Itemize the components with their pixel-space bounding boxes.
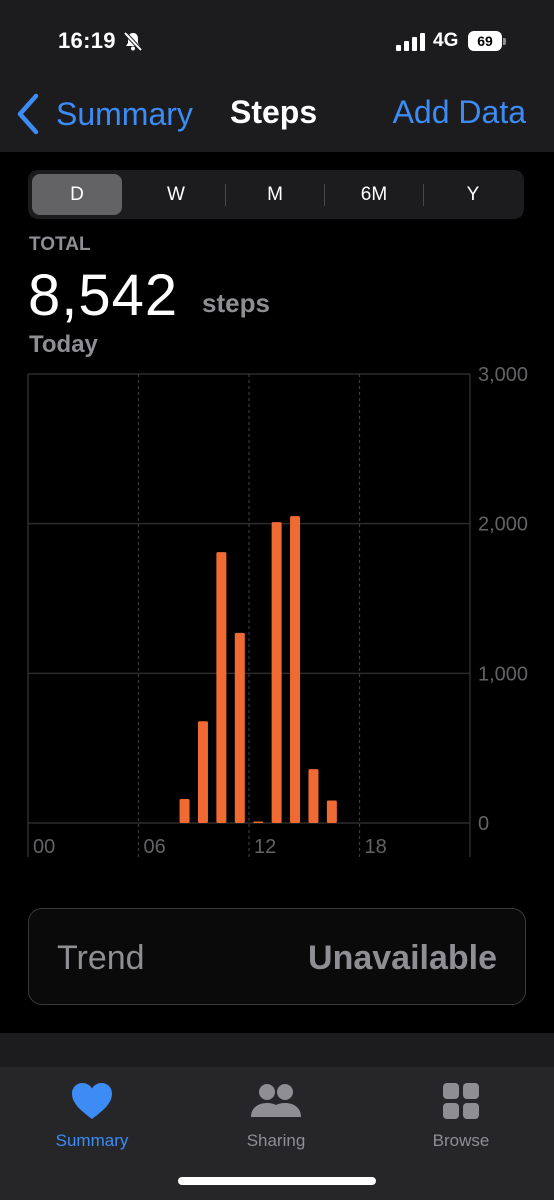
step-bar[interactable] [216,552,227,823]
tab-browse[interactable]: Browse [369,1067,553,1167]
segment-year[interactable]: Y [428,174,518,215]
step-bar[interactable] [253,821,264,824]
battery-icon: 69 [468,30,506,52]
segment-week[interactable]: W [131,174,221,215]
trend-card[interactable]: Trend Unavailable [28,908,526,1005]
step-bar[interactable] [290,516,301,823]
y-tick-label: 3,000 [478,364,528,386]
total-steps-unit: steps [202,288,270,318]
x-tick-label: 06 [144,836,166,858]
tab-sharing-label: Sharing [246,1131,306,1150]
step-bar[interactable] [308,769,319,823]
steps-bar-chart[interactable]: 0 1,000 2,000 3,000 00 06 12 18 [0,360,554,870]
page-title: Steps [230,94,318,130]
segment-month[interactable]: M [230,174,320,215]
step-bar[interactable] [197,721,208,823]
back-button[interactable]: Summary [14,90,193,138]
x-tick-label: 00 [33,836,55,858]
network-type: 4G [433,30,459,51]
period-segmented-control: D W M 6M Y [28,170,524,219]
bell-slash-icon [123,31,143,52]
y-tick-label: 0 [478,813,489,835]
tab-summary-label: Summary [55,1131,129,1150]
cellular-signal-icon [396,33,425,51]
date-label: Today [29,331,98,358]
total-label: TOTAL [29,234,91,255]
x-tick-label: 12 [254,836,276,858]
people-icon [251,1084,301,1117]
y-tick-label: 2,000 [478,514,528,536]
trend-label: Trend [57,939,145,977]
step-bar[interactable] [179,799,190,823]
battery-level: 69 [468,31,502,51]
y-tick-label: 1,000 [478,663,528,685]
step-bar[interactable] [234,632,245,823]
trend-value: Unavailable [308,939,497,977]
heart-icon [72,1083,112,1119]
tab-summary[interactable]: Summary [0,1067,184,1167]
grid-icon [443,1083,479,1119]
status-bar: 16:19 4G 69 [0,0,554,84]
step-bar[interactable] [326,800,337,823]
total-steps-value: 8,542 [28,263,179,328]
x-tick-label: 18 [365,836,387,858]
status-time: 16:19 [58,28,116,53]
add-data-button[interactable]: Add Data [393,94,526,131]
segment-day[interactable]: D [32,174,122,215]
tab-sharing[interactable]: Sharing [184,1067,368,1167]
chevron-left-icon [17,93,39,135]
section-spacer [0,1033,554,1067]
home-indicator [178,1177,376,1185]
step-bar[interactable] [271,522,282,823]
tab-browse-label: Browse [432,1131,490,1150]
back-label: Summary [56,95,193,132]
segment-6-months[interactable]: 6M [329,174,419,215]
navigation-bar: Summary Steps Add Data [0,84,554,152]
